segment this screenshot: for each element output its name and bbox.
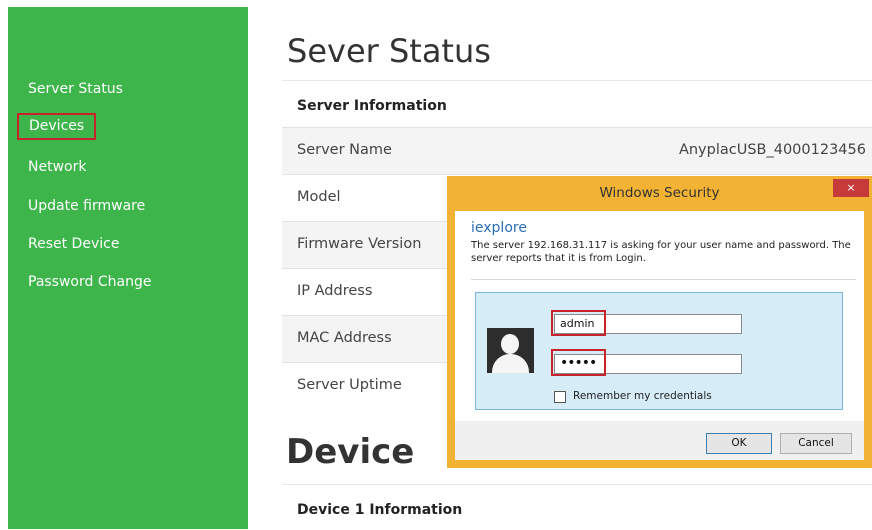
device-info-header: Device 1 Information [282,484,872,530]
row-label: Model [297,189,341,205]
sidebar-item-reset-device[interactable]: Reset Device [28,236,119,252]
device-title: Device [286,432,415,472]
dialog-app-name: iexplore [471,220,527,236]
credential-panel: admin ••••• Remember my credentials [475,292,843,410]
server-info-header: Server Information [282,80,872,126]
windows-security-dialog: Windows Security × iexplore The server 1… [447,176,872,468]
sidebar-item-devices[interactable]: Devices [17,113,97,140]
close-icon[interactable]: × [833,179,869,197]
row-value: AnyplacUSB_4000123456 [678,142,866,158]
sidebar-item-update-firmware[interactable]: Update firmware [28,198,145,214]
user-avatar-icon [487,328,534,373]
sidebar-item-password-change[interactable]: Password Change [28,274,151,290]
ok-button[interactable]: OK [706,433,772,454]
sidebar-item-server-status[interactable]: Server Status [28,81,123,97]
dialog-message: The server 192.168.31.117 is asking for … [471,240,851,264]
row-label: MAC Address [297,330,392,346]
cancel-button[interactable]: Cancel [780,433,852,454]
row-label: Firmware Version [297,236,422,252]
row-label: Server Uptime [297,377,402,393]
dialog-body: iexplore The server 192.168.31.117 is as… [455,211,864,460]
divider [471,279,856,280]
dialog-footer: OK Cancel [455,421,864,460]
checkbox-icon[interactable] [554,391,566,403]
row-label: IP Address [297,283,373,299]
info-row-server-name: Server Name AnyplacUSB_4000123456 [282,127,872,174]
username-highlight [551,310,606,336]
password-highlight [551,349,606,376]
dialog-title: Windows Security [599,185,720,201]
row-label: Server Name [297,142,392,158]
page-title: Sever Status [287,32,491,70]
sidebar: Server Status Devices Network Update fir… [8,7,248,529]
sidebar-item-network[interactable]: Network [28,159,86,175]
remember-label: Remember my credentials [573,390,712,402]
